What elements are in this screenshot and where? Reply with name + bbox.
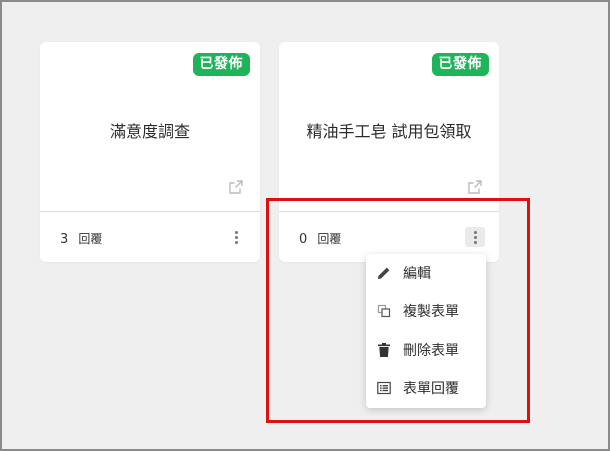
reply-label: 回覆 xyxy=(78,232,103,246)
open-external-icon[interactable] xyxy=(229,180,243,194)
form-card[interactable]: 已發佈 滿意度調查 3 回覆 xyxy=(40,42,260,262)
highlight-box xyxy=(266,198,530,423)
card-divider xyxy=(40,211,260,212)
reply-count: 3 xyxy=(60,232,69,247)
reply-summary: 3 回覆 xyxy=(60,230,102,247)
open-external-icon[interactable] xyxy=(468,180,482,194)
form-title[interactable]: 滿意度調查 xyxy=(40,118,260,142)
more-options-icon[interactable] xyxy=(226,227,246,247)
status-badge: 已發佈 xyxy=(431,53,489,76)
form-title[interactable]: 精油手工皂 試用包領取 xyxy=(279,118,499,142)
status-badge: 已發佈 xyxy=(192,53,250,76)
workspace-area: 已發佈 滿意度調查 3 回覆 已發佈 精油手工皂 試用包領取 0 回覆 編輯 複… xyxy=(0,0,610,451)
